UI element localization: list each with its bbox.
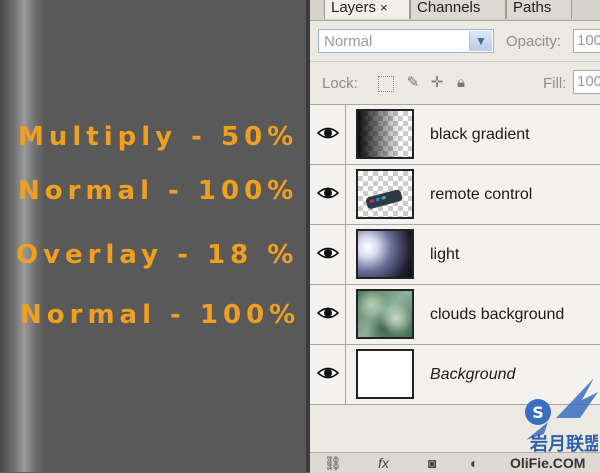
layer-name[interactable]: light [430,246,459,264]
lock-toolbar: Lock: ✎ ✛ 🔒︎ Fill: 100 [310,62,600,105]
tab-channels[interactable]: Channels [410,0,506,19]
opacity-field[interactable]: 100 [573,29,600,53]
annotation-layer-3: Overlay - 18 % [16,240,299,270]
fill-label: Fill: [543,75,567,92]
eye-icon[interactable] [317,185,339,201]
tab-layers[interactable]: Layers × [324,0,410,19]
watermark-text: OliFie.COM [510,455,586,471]
mask-icon[interactable]: ◙ [428,455,436,471]
layers-list: black gradient remote control light clou… [310,105,600,405]
annotation-layer-1: Multiply - 50% [18,122,299,152]
blend-mode-select[interactable]: Normal ▼ [318,29,494,53]
opacity-label: Opacity: [506,33,562,50]
layer-name[interactable]: Background [430,366,515,384]
fill-field[interactable]: 100 [573,70,600,94]
link-icon[interactable]: ⛓ [324,455,342,472]
remote-control-thumbnail-image [365,189,403,209]
layer-name[interactable]: remote control [430,186,532,204]
tab-layers-label: Layers [331,0,377,16]
annotation-layer-4: Normal - 100% [20,300,301,330]
layer-row[interactable]: light [310,225,600,285]
layer-row[interactable]: remote control [310,165,600,225]
layer-name[interactable]: black gradient [430,126,530,144]
tab-channels-label: Channels [417,0,481,16]
adjustment-icon[interactable]: ◐ [470,455,478,471]
visibility-toggle[interactable] [310,225,346,284]
document-canvas: Multiply - 50% Normal - 100% Overlay - 1… [0,0,306,472]
move-icon[interactable]: ✛ [428,74,446,92]
layer-row[interactable]: clouds background [310,285,600,345]
blend-toolbar: Normal ▼ Opacity: 100 [310,21,600,62]
canvas-gradient-edge [0,0,44,472]
tab-paths[interactable]: Paths [506,0,572,19]
layer-thumbnail[interactable] [356,229,414,279]
svg-text:S: S [532,403,544,422]
lock-icon[interactable]: 🔒︎ [452,74,470,92]
layer-name[interactable]: clouds background [430,306,564,324]
layer-thumbnail[interactable] [356,109,414,159]
chevron-down-icon[interactable]: ▼ [469,31,492,51]
visibility-toggle[interactable] [310,165,346,224]
blend-mode-value: Normal [324,33,373,50]
layer-thumbnail[interactable] [356,169,414,219]
fx-icon[interactable]: fx [378,455,389,471]
layer-thumbnail[interactable] [356,349,414,399]
layer-thumbnail[interactable] [356,289,414,339]
eye-icon[interactable] [317,125,339,141]
svg-text:岩月联盟: 岩月联盟 [529,433,598,455]
visibility-toggle[interactable] [310,285,346,344]
eye-icon[interactable] [317,365,339,381]
annotation-layer-2: Normal - 100% [18,176,299,206]
brush-icon[interactable]: ✎ [404,74,422,92]
close-icon[interactable]: × [380,0,388,15]
tab-paths-label: Paths [513,0,552,16]
lock-transparency-icon[interactable] [378,76,394,92]
visibility-toggle[interactable] [310,105,346,164]
panel-tabs: Layers × Channels Paths [310,0,600,21]
lock-label: Lock: [322,75,358,92]
visibility-toggle[interactable] [310,345,346,404]
eye-icon[interactable] [317,245,339,261]
layer-row[interactable]: black gradient [310,105,600,165]
eye-icon[interactable] [317,305,339,321]
